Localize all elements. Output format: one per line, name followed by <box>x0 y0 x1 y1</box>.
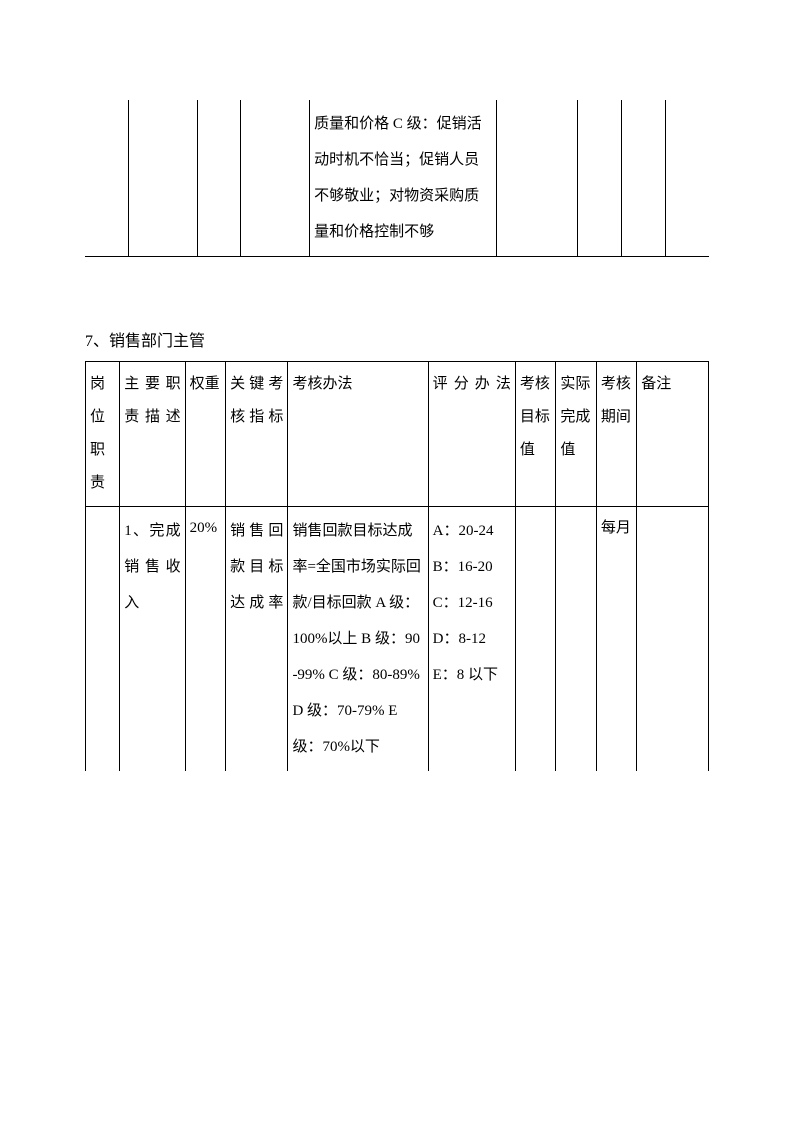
hdr-key-index: 关键考核指标 <box>226 362 288 507</box>
top-cell-3 <box>197 100 241 257</box>
cell-period: 每月 <box>596 507 636 772</box>
top-partial-table: 质量和价格 C 级：促销活动时机不恰当；促销人员不够敬业；对物资采购质量和价格控… <box>85 100 709 257</box>
cell-target <box>515 507 555 772</box>
hdr-main-duty: 主要职责描述 <box>120 362 185 507</box>
hdr-post-duty: 岗位职责 <box>86 362 120 507</box>
data-row-1: 1、完成销售收入 20% 销售回款目标达成率 销售回款目标达成率=全国市场实际回… <box>86 507 709 772</box>
header-row: 岗位职责 主要职责描述 权重 关键考核指标 考核办法 评分办法 考核目标值 实际… <box>86 362 709 507</box>
cell-key-index: 销售回款目标达成率 <box>226 507 288 772</box>
cell-main-duty: 1、完成销售收入 <box>120 507 185 772</box>
cell-method: 销售回款目标达成率=全国市场实际回款/目标回款 A 级：100%以上 B 级：9… <box>288 507 428 772</box>
top-cell-4 <box>241 100 310 257</box>
cell-post-duty <box>86 507 120 772</box>
section-heading: 7、销售部门主管 <box>85 327 709 351</box>
top-cell-6 <box>497 100 578 257</box>
cell-remark <box>637 507 709 772</box>
hdr-scoring: 评分办法 <box>428 362 515 507</box>
top-cell-7 <box>578 100 622 257</box>
hdr-target: 考核目标值 <box>515 362 555 507</box>
top-cell-8 <box>622 100 666 257</box>
main-table: 岗位职责 主要职责描述 权重 关键考核指标 考核办法 评分办法 考核目标值 实际… <box>85 361 709 771</box>
top-cell-5: 质量和价格 C 级：促销活动时机不恰当；促销人员不够敬业；对物资采购质量和价格控… <box>310 100 497 257</box>
hdr-period: 考核期间 <box>596 362 636 507</box>
hdr-actual: 实际完成值 <box>556 362 596 507</box>
cell-actual <box>556 507 596 772</box>
hdr-remark: 备注 <box>637 362 709 507</box>
top-cell-1 <box>85 100 129 257</box>
top-cell-9 <box>665 100 709 257</box>
hdr-weight: 权重 <box>185 362 225 507</box>
hdr-method: 考核办法 <box>288 362 428 507</box>
cell-weight: 20% <box>185 507 225 772</box>
top-cell-2 <box>129 100 198 257</box>
cell-scoring: A：20-24 B：16-20 C：12-16 D：8-12 E：8 以下 <box>428 507 515 772</box>
